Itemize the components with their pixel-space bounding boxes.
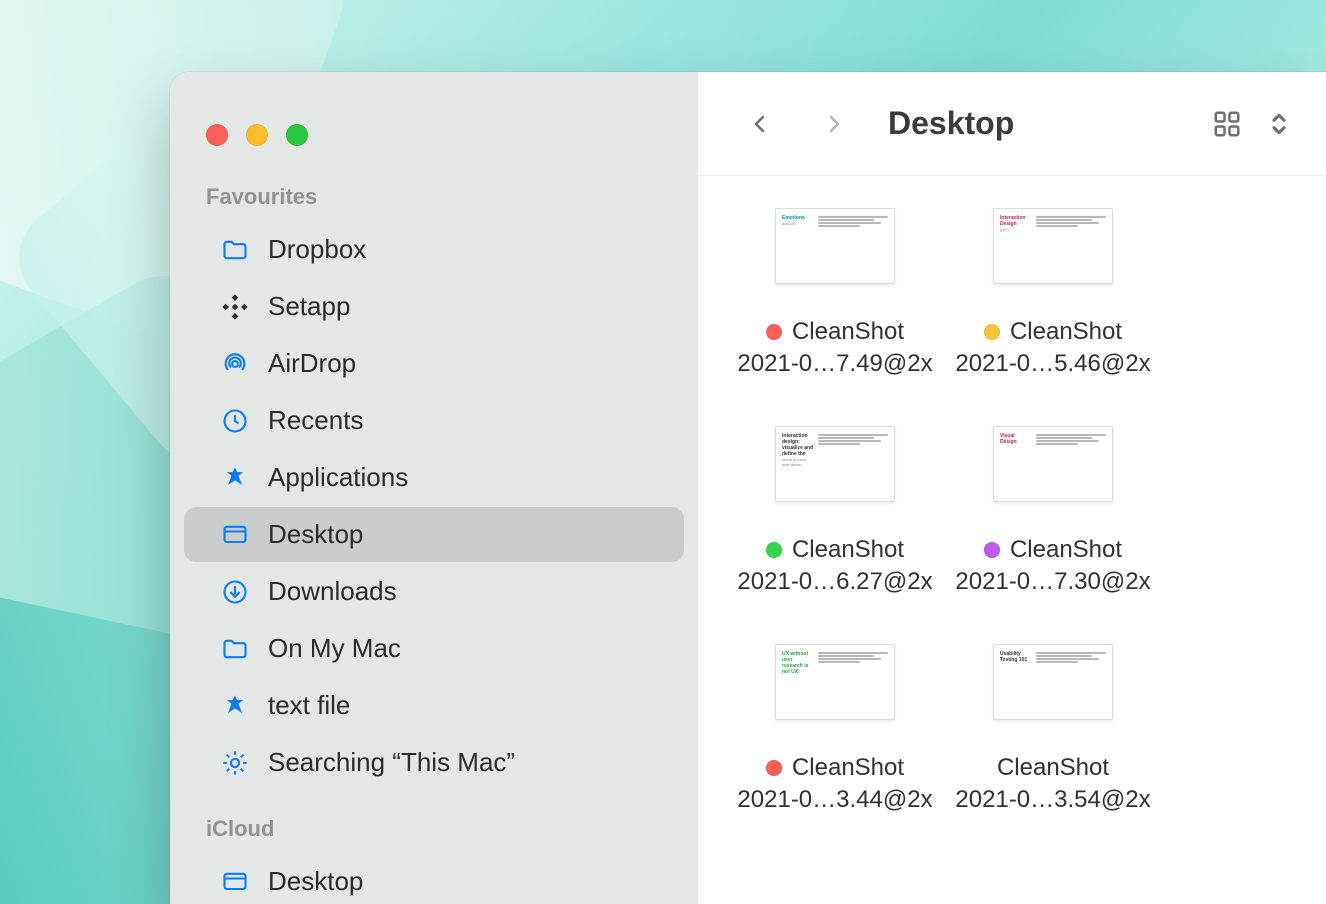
sidebar-item-label: Recents xyxy=(268,405,363,436)
file-name-line1: CleanShot xyxy=(766,536,904,564)
file-name-line2: 2021-0…3.44@2x xyxy=(737,786,932,814)
sidebar-item-label: AirDrop xyxy=(268,348,356,379)
file-name-text: CleanShot xyxy=(792,754,904,782)
file-item[interactable]: Interaction design: visualize and define… xyxy=(726,426,944,596)
toolbar: Desktop xyxy=(698,72,1326,176)
gear-icon xyxy=(220,748,250,778)
file-item[interactable]: Usability Testing 101 CleanShot 2021-0…3.5… xyxy=(944,644,1162,814)
file-thumbnail: UX without user research is not UX. xyxy=(775,644,895,720)
file-name-text: CleanShot xyxy=(997,754,1109,782)
sidebar-item-label: Dropbox xyxy=(268,234,366,265)
sidebar-section-label: iCloud xyxy=(170,806,698,852)
finder-window: Favourites Dropbox Setapp AirDrop Recent… xyxy=(170,72,1326,904)
file-grid: Emotionsand UX CleanShot 2021-0…7.49@2x Int… xyxy=(698,176,1326,904)
icon-view-button[interactable] xyxy=(1206,103,1248,145)
file-name-text: CleanShot xyxy=(1010,536,1122,564)
folder-icon xyxy=(220,634,250,664)
finder-tag-dot xyxy=(984,324,1000,340)
file-name-line1: CleanShot xyxy=(997,754,1109,782)
sidebar-item-on-my-mac[interactable]: On My Mac xyxy=(184,621,684,676)
sidebar-item-airdrop[interactable]: AirDrop xyxy=(184,336,684,391)
file-name-line2: 2021-0…3.54@2x xyxy=(955,786,1150,814)
file-item[interactable]: Interaction Design(IxD) CleanShot 2021-0…5… xyxy=(944,208,1162,378)
sidebar-item-label: Searching “This Mac” xyxy=(268,747,515,778)
file-name-line1: CleanShot xyxy=(984,536,1122,564)
file-item[interactable]: Emotionsand UX CleanShot 2021-0…7.49@2x xyxy=(726,208,944,378)
applications-icon xyxy=(220,463,250,493)
file-name-text: CleanShot xyxy=(792,536,904,564)
sidebar-item-icloud-desktop[interactable]: Desktop xyxy=(184,854,684,904)
sidebar-item-label: Setapp xyxy=(268,291,350,322)
sidebar-item-downloads[interactable]: Downloads xyxy=(184,564,684,619)
file-name-line2: 2021-0…5.46@2x xyxy=(955,350,1150,378)
file-thumbnail: Usability Testing 101 xyxy=(993,644,1113,720)
back-button[interactable] xyxy=(738,102,782,146)
finder-tag-dot xyxy=(984,542,1000,558)
file-thumbnail: Interaction design: visualize and define… xyxy=(775,426,895,502)
window-controls xyxy=(170,100,698,174)
sidebar-item-label: Downloads xyxy=(268,576,397,607)
sidebar-item-recents[interactable]: Recents xyxy=(184,393,684,448)
file-name-line1: CleanShot xyxy=(984,318,1122,346)
sidebar-item-label: Desktop xyxy=(268,519,363,550)
desktop-icon xyxy=(220,520,250,550)
file-name-line2: 2021-0…6.27@2x xyxy=(737,568,932,596)
desktop-icon xyxy=(220,867,250,897)
close-window-button[interactable] xyxy=(206,124,228,146)
setapp-icon xyxy=(220,292,250,322)
file-name-text: CleanShot xyxy=(792,318,904,346)
file-name-line1: CleanShot xyxy=(766,754,904,782)
recents-icon xyxy=(220,406,250,436)
sidebar-item-saved-search[interactable]: Searching “This Mac” xyxy=(184,735,684,790)
file-name-line1: CleanShot xyxy=(766,318,904,346)
finder-tag-dot xyxy=(766,760,782,776)
window-title: Desktop xyxy=(888,105,1014,142)
sidebar-item-text-file[interactable]: text file xyxy=(184,678,684,733)
file-item[interactable]: UX without user research is not UX. Clean… xyxy=(726,644,944,814)
folder-icon xyxy=(220,235,250,265)
file-name-line2: 2021-0…7.49@2x xyxy=(737,350,932,378)
downloads-icon xyxy=(220,577,250,607)
applications-icon xyxy=(220,691,250,721)
minimize-window-button[interactable] xyxy=(246,124,268,146)
airdrop-icon xyxy=(220,349,250,379)
sidebar: Favourites Dropbox Setapp AirDrop Recent… xyxy=(170,72,698,904)
content-pane: Desktop Emotionsand UX CleanShot 2021-0…7.… xyxy=(698,72,1326,904)
sidebar-item-label: text file xyxy=(268,690,350,721)
finder-tag-dot xyxy=(766,542,782,558)
file-thumbnail: Emotionsand UX xyxy=(775,208,895,284)
finder-tag-dot xyxy=(766,324,782,340)
sidebar-item-label: Desktop xyxy=(268,866,363,897)
sidebar-item-desktop[interactable]: Desktop xyxy=(184,507,684,562)
file-item[interactable]: Visual Design CleanShot 2021-0…7.30@2x xyxy=(944,426,1162,596)
sidebar-item-setapp[interactable]: Setapp xyxy=(184,279,684,334)
file-name-line2: 2021-0…7.30@2x xyxy=(955,568,1150,596)
sidebar-item-label: Applications xyxy=(268,462,408,493)
file-thumbnail: Visual Design xyxy=(993,426,1113,502)
forward-button[interactable] xyxy=(812,102,856,146)
sidebar-item-dropbox[interactable]: Dropbox xyxy=(184,222,684,277)
fullscreen-window-button[interactable] xyxy=(286,124,308,146)
view-options-dropdown[interactable] xyxy=(1258,103,1300,145)
sidebar-item-label: On My Mac xyxy=(268,633,401,664)
sidebar-item-applications[interactable]: Applications xyxy=(184,450,684,505)
file-thumbnail: Interaction Design(IxD) xyxy=(993,208,1113,284)
sidebar-section-label: Favourites xyxy=(170,174,698,220)
file-name-text: CleanShot xyxy=(1010,318,1122,346)
